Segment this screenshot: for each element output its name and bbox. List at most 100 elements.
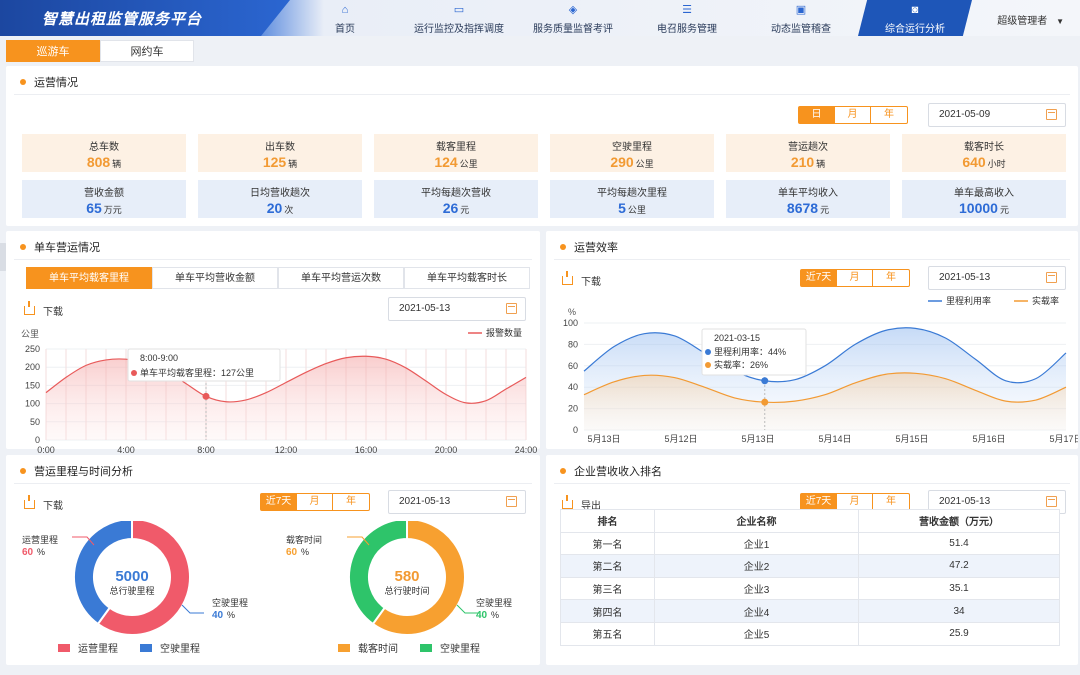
tooltip-text: 单车平均载客里程：127公里: [140, 367, 254, 378]
nav-quality[interactable]: ◈ 服务质量监督考评: [516, 0, 630, 36]
slice-label: 载客时间: [286, 534, 322, 545]
table-row: 第二名 企业2 47.2: [560, 554, 1060, 578]
divider: [14, 483, 532, 484]
period-7days[interactable]: 近7天: [801, 270, 837, 286]
tab-avg-passenger-mileage[interactable]: 单车平均载客里程: [26, 267, 152, 289]
panel-title-text: 运营情况: [34, 77, 78, 89]
kpi-label: 日均营收趟次: [250, 188, 310, 199]
inspect-icon: ▣: [795, 4, 807, 16]
kpi-label: 单车平均收入: [778, 188, 838, 199]
highlight-point: [761, 377, 769, 385]
table-cell: 第二名: [560, 554, 655, 578]
legend-label: 载客时间: [358, 644, 398, 655]
list-icon: ☰: [682, 4, 692, 16]
donut-center-label: 总行驶里程: [109, 585, 154, 596]
period-month[interactable]: 月: [297, 494, 333, 510]
percent-sign: %: [37, 547, 45, 557]
tab-cruise-taxi[interactable]: 巡游车: [6, 40, 100, 62]
efficiency-panel: 运营效率 下载 近7天 月 年 2021-05-13 % 0 20 40 60 80 100…: [546, 231, 1078, 449]
vehicle-date-picker[interactable]: 2021-05-13: [388, 297, 526, 321]
mileage-date-picker[interactable]: 2021-05-13: [388, 490, 526, 514]
period-year[interactable]: 年: [873, 270, 909, 286]
label-leader: [181, 604, 204, 614]
mileage-title: 营运里程与时间分析: [20, 463, 133, 479]
legend-label: 报警数量: [486, 327, 522, 338]
y-tick-label: 50: [30, 417, 40, 427]
period-month[interactable]: 月: [835, 107, 871, 123]
efficiency-download-button[interactable]: 下载: [562, 271, 601, 288]
slice-label: 空驶里程: [476, 597, 512, 608]
donut2-legend: 载客时间 空驶里程: [338, 640, 502, 655]
period-day[interactable]: 日: [799, 107, 835, 123]
x-tick-label: 5月13日: [587, 434, 620, 443]
table-cell: 47.2: [858, 554, 1060, 578]
table-cell: 企业2: [654, 554, 859, 578]
kpi-value: 5 公里: [618, 200, 646, 216]
panel-title-text: 运营效率: [574, 242, 618, 254]
period-month[interactable]: 月: [837, 270, 873, 286]
download-label: 下载: [43, 501, 63, 512]
divider: [554, 259, 1070, 260]
nav-monitor[interactable]: ▭ 运行监控及指挥调度: [402, 0, 516, 36]
tab-avg-trips[interactable]: 单车平均营运次数: [278, 267, 404, 289]
nav-label: 首页: [335, 24, 355, 35]
period-7days[interactable]: 近7天: [261, 494, 297, 510]
tooltip-marker: [705, 362, 711, 368]
period-month[interactable]: 月: [837, 494, 873, 510]
kpi-value: 20 次: [266, 200, 294, 216]
vehicle-type-tabs: 巡游车 网约车: [6, 40, 194, 62]
tooltip-marker: [131, 370, 137, 376]
efficiency-date-picker[interactable]: 2021-05-13: [928, 266, 1066, 290]
period-7days[interactable]: 近7天: [801, 494, 837, 510]
tab-ride-hailing[interactable]: 网约车: [100, 40, 194, 62]
table-row: 第五名 企业5 25.9: [560, 621, 1060, 646]
title-dot-icon: [20, 244, 26, 250]
period-year[interactable]: 年: [871, 107, 907, 123]
table-cell: 第一名: [560, 531, 655, 556]
tab-avg-revenue[interactable]: 单车平均营收金额: [152, 267, 278, 289]
mileage-period-switch: 近7天 月 年: [260, 493, 370, 511]
monitor-icon: ▭: [453, 4, 465, 16]
kpi-card: 单车最高收入 10000 元: [902, 180, 1066, 218]
revenue-title: 企业营收收入排名: [560, 463, 662, 479]
slice-label: 运营里程: [22, 534, 58, 545]
donut-center-label: 总行驶时间: [384, 585, 429, 596]
download-icon: [562, 271, 573, 285]
date-value: 2021-05-09: [939, 109, 991, 120]
title-dot-icon: [20, 468, 26, 474]
nav-analysis[interactable]: ◙ 综合运行分析: [858, 0, 972, 36]
passenger-mileage-chart: 公里 0 50 100 150 200 250 0:00 4:00 8:00 12:00 16:00 2…: [21, 327, 537, 453]
legend-swatch: [58, 643, 70, 652]
nav-callcenter[interactable]: ☰ 电召服务管理: [630, 0, 744, 36]
date-value: 2021-05-13: [399, 303, 451, 314]
operations-title: 运营情况: [20, 74, 78, 90]
nav-home[interactable]: ⌂ 首页: [288, 0, 402, 36]
kpi-label: 载客里程: [436, 142, 476, 153]
percent-sign: %: [227, 610, 235, 620]
kpi-card: 出车数 125 辆: [198, 134, 362, 172]
period-year[interactable]: 年: [333, 494, 369, 510]
vehicle-download-button[interactable]: 下载: [24, 301, 63, 318]
kpi-card: 日均营收趟次 20 次: [198, 180, 362, 218]
kpi-card: 载客里程 124 公里: [374, 134, 538, 172]
user-menu[interactable]: 超级管理者 ▼: [997, 12, 1064, 27]
kpi-label: 空驶里程: [612, 142, 652, 153]
divider: [14, 94, 1070, 95]
table-row: 第一名 企业1 51.4: [560, 531, 1060, 556]
legend-label: 实载率: [1032, 295, 1059, 306]
nav-inspection[interactable]: ▣ 动态监管稽查: [744, 0, 858, 36]
kpi-label: 出车数: [265, 142, 295, 153]
kpi-card: 总车数 808 辆: [22, 134, 186, 172]
donut1-legend: 运营里程 空驶里程: [58, 640, 222, 655]
kpi-value: 8678 元: [786, 200, 830, 216]
ops-date-picker[interactable]: 2021-05-09: [928, 103, 1066, 127]
download-label: 下载: [43, 307, 63, 318]
column-header: 营收金额（万元）: [858, 509, 1060, 533]
table-cell: 第五名: [560, 621, 655, 646]
mileage-download-button[interactable]: 下载: [24, 495, 63, 512]
download-icon: [24, 495, 35, 509]
slice-percent: 40: [212, 610, 224, 621]
period-year[interactable]: 年: [873, 494, 909, 510]
highlight-point: [761, 398, 769, 406]
tab-avg-passenger-time[interactable]: 单车平均载客时长: [404, 267, 530, 289]
